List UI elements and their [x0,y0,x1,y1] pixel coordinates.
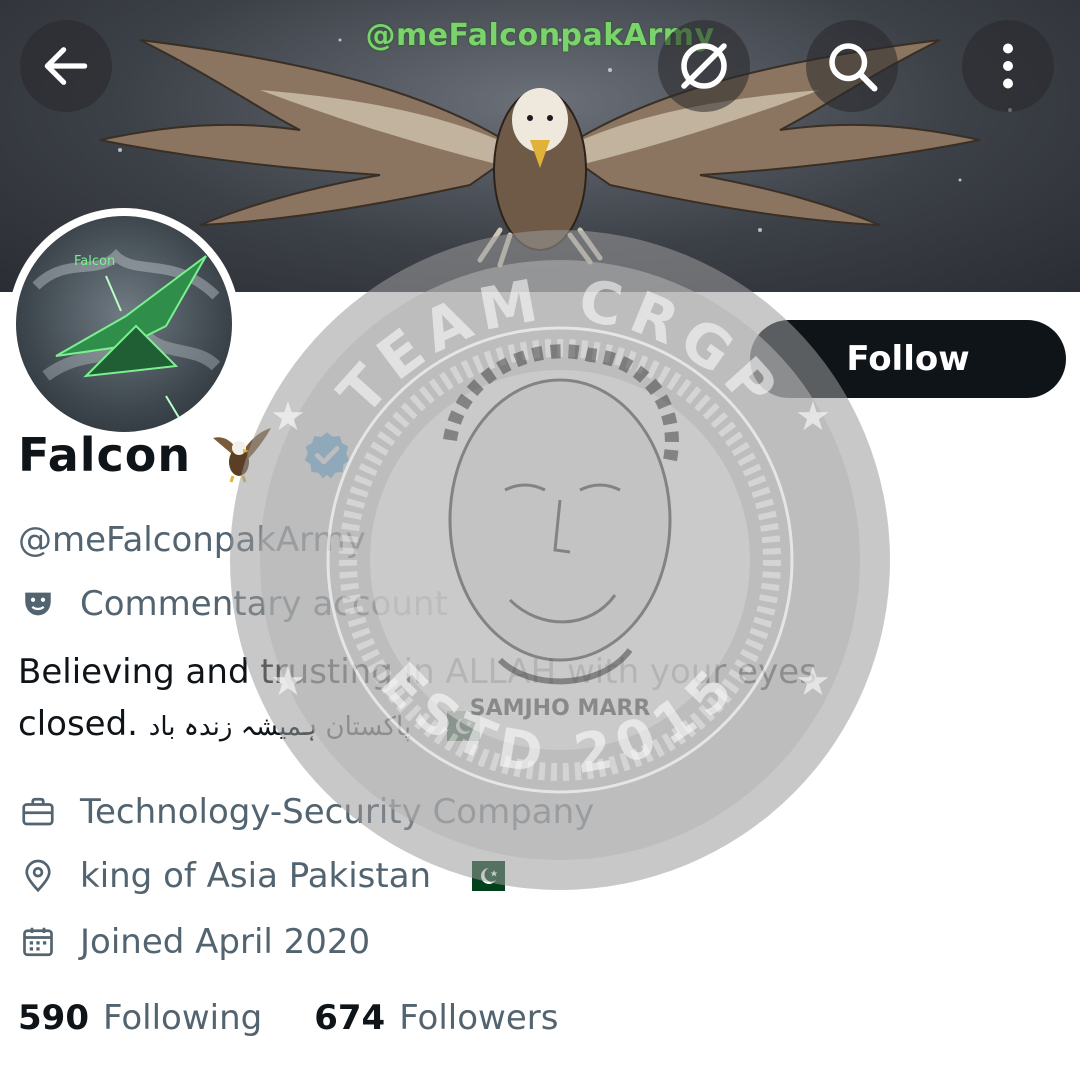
pakistan-flag-icon [461,861,506,891]
briefcase-icon [18,792,58,832]
calendar-icon [18,922,58,962]
followers-count: 674 [314,998,386,1038]
location-row: king of Asia Pakistan [18,856,506,896]
grok-button[interactable] [658,20,750,112]
location-pin-icon [18,856,58,896]
banner-handle-text: @meFalconpakArmy [365,18,715,53]
location-text: king of Asia Pakistan [80,856,432,896]
joined-row: Joined April 2020 [18,922,370,962]
bio-urdu-text: پاکستان ہمیشہ زندہ باد [148,712,412,742]
more-options-button[interactable] [962,20,1054,112]
follow-stats: 590 Following 674 Followers [18,998,558,1038]
search-button[interactable] [806,20,898,112]
search-icon [829,43,878,92]
followers-label: Followers [399,998,559,1038]
avatar-eagle-art [32,248,221,422]
following-link[interactable]: 590 Following [18,998,262,1038]
name-row: Falcon [18,426,353,484]
back-button[interactable] [20,20,112,112]
verified-badge-icon [305,432,350,479]
follow-button[interactable]: Follow [750,320,1066,398]
joined-text: Joined April 2020 [80,922,371,962]
category-text: Technology-Security Company [80,792,595,832]
bio-line-1: Believing and trusting in ALLAH with you… [18,652,817,692]
bio-line-2: closed. پاکستان ہمیشہ زندہ باد [18,698,1058,753]
more-vertical-icon [1003,43,1013,89]
account-label-text: Commentary account [80,584,448,624]
pakistan-flag-icon [435,710,480,741]
profile-avatar[interactable]: Falcon [8,208,240,440]
profile-bio: Believing and trusting in ALLAH with you… [18,646,1058,753]
bio-line-2-text: closed. [18,704,149,744]
following-count: 590 [18,998,89,1038]
display-name: Falcon [18,428,192,482]
arrow-left-icon [44,47,88,85]
avatar-caption: Falcon [74,254,116,269]
following-label: Following [102,998,263,1038]
category-row: Technology-Security Company [18,792,594,832]
profile-handle: @meFalconpakArmy [18,520,366,560]
eagle-emoji-icon [213,428,272,483]
followers-link[interactable]: 674 Followers [314,998,558,1038]
grok-icon [681,43,727,89]
account-label-row: Commentary account [18,584,448,624]
svg-text:★: ★ [795,394,831,440]
avatar-image: Falcon [16,216,232,432]
theater-masks-icon [18,584,58,624]
